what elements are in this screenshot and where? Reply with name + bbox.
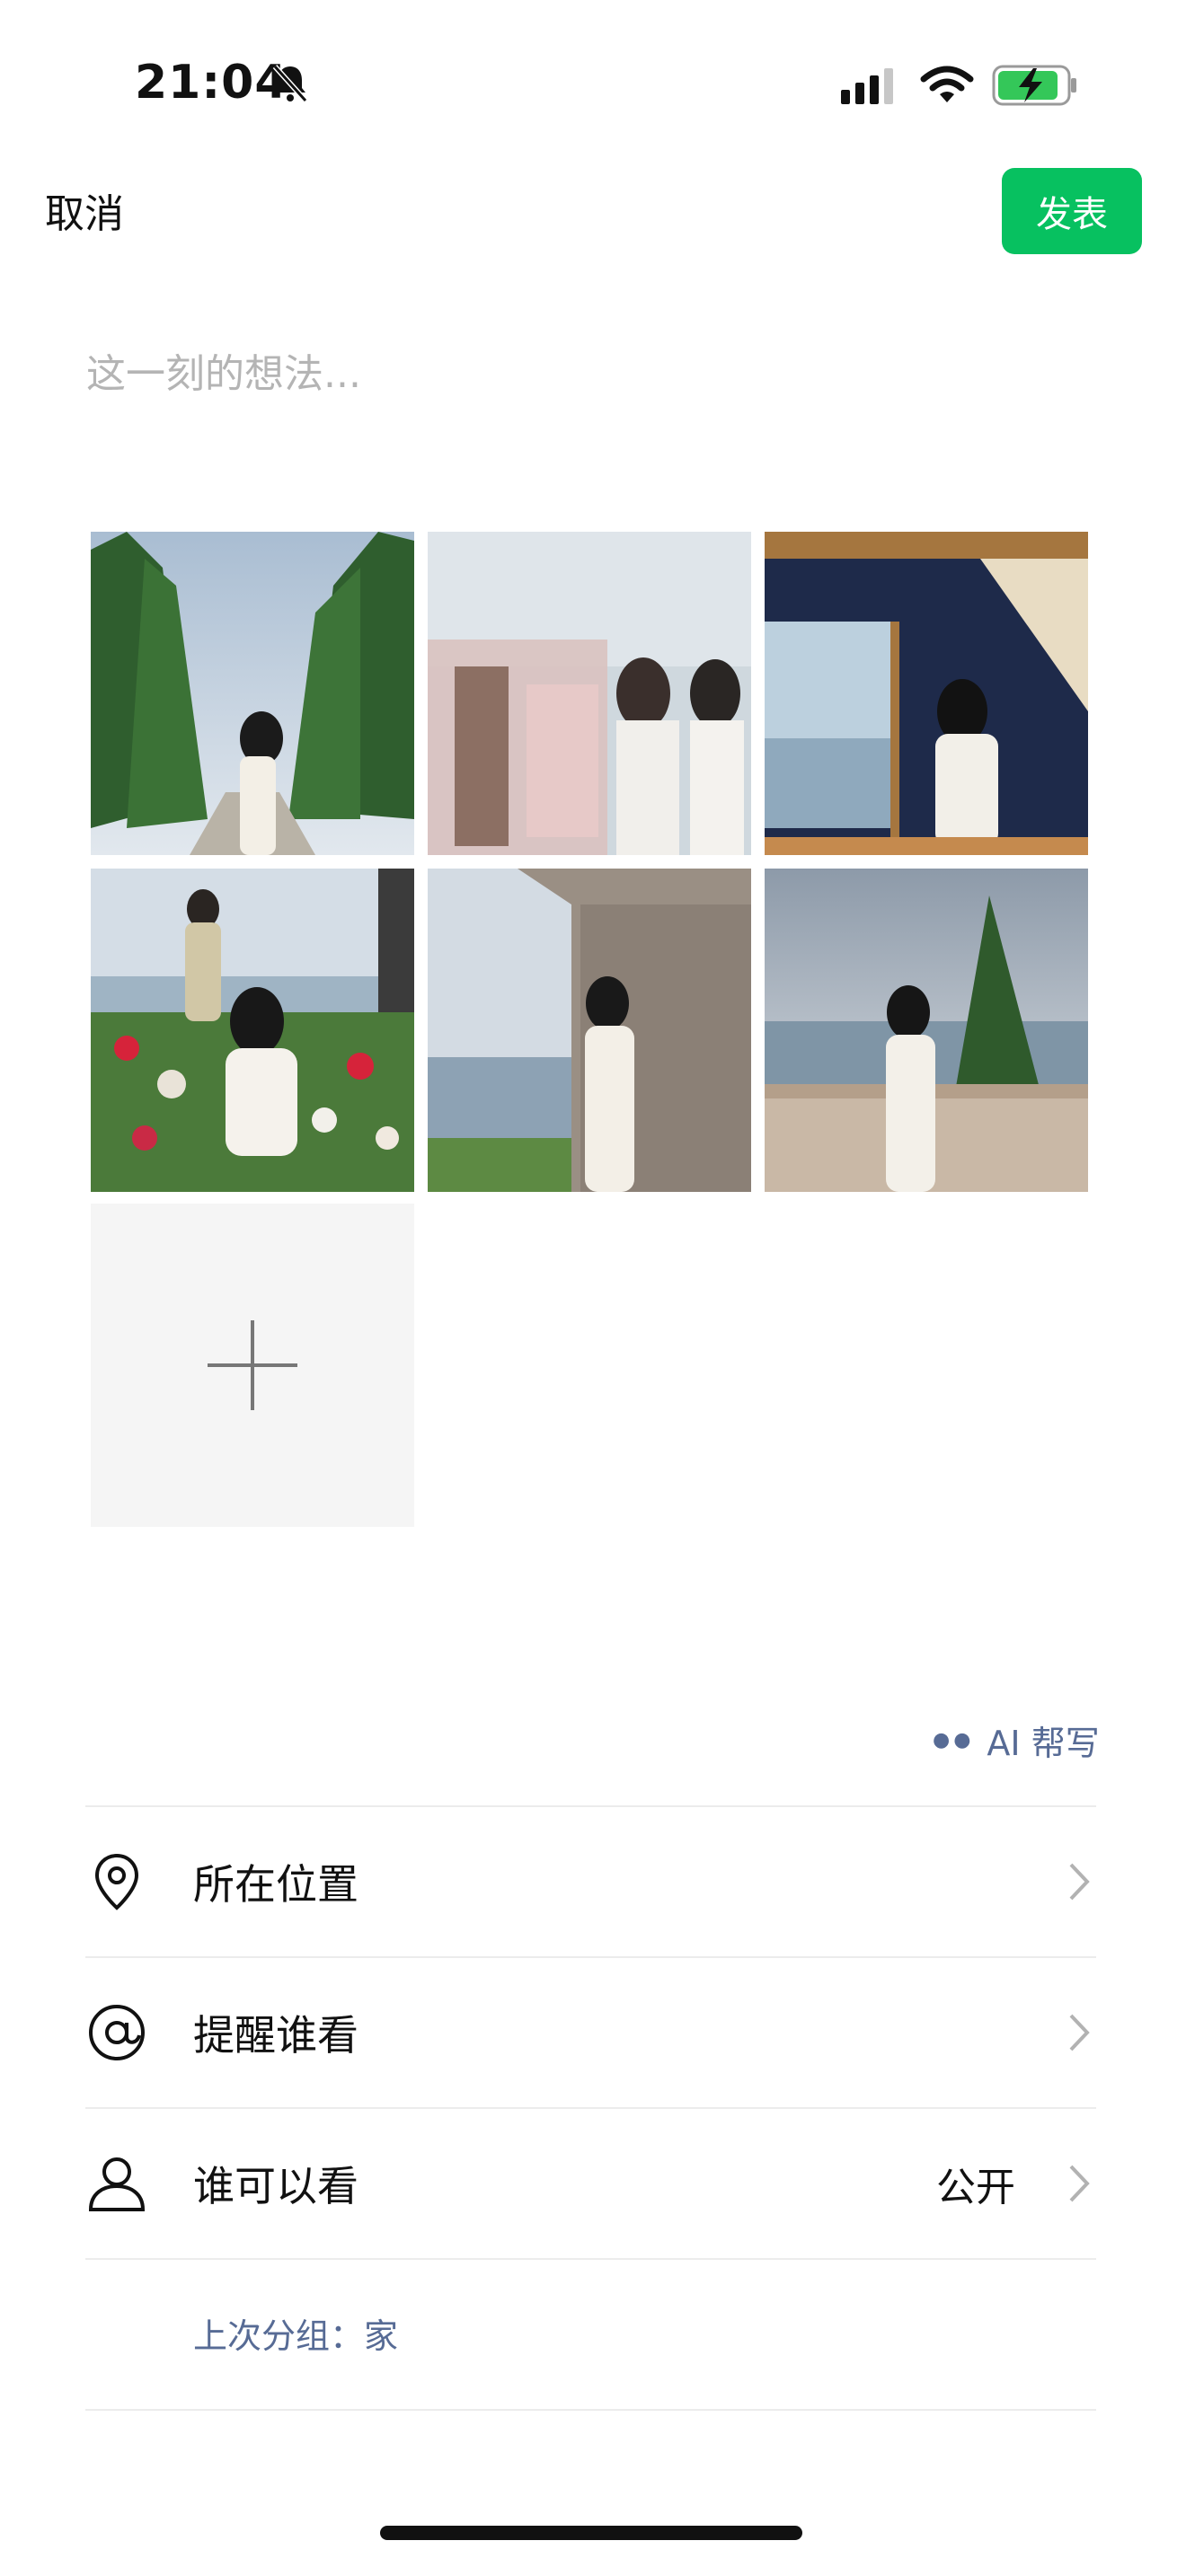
last-group-link[interactable]: 上次分组：家 — [193, 2308, 398, 2358]
ai-dots-icon: ●● — [933, 1729, 975, 1751]
cellular-signal-icon — [841, 68, 893, 104]
wifi-icon — [920, 66, 974, 102]
location-pin-icon — [94, 1853, 139, 1910]
photo-thumbnail-2[interactable] — [428, 532, 751, 855]
row-location-label: 所在位置 — [193, 1860, 358, 1909]
row-mention[interactable]: 提醒谁看 — [85, 1958, 1096, 2107]
ai-help-button[interactable]: ●● AI 帮写 — [933, 1716, 1100, 1765]
row-visibility-value: 公开 — [936, 2165, 1015, 2210]
at-sign-icon — [89, 2005, 145, 2060]
row-visibility[interactable]: 谁可以看 公开 — [85, 2109, 1096, 2258]
photo-thumbnail-6[interactable] — [765, 869, 1088, 1192]
chevron-right-icon — [1069, 2014, 1090, 2051]
photo-thumbnail-5[interactable] — [428, 869, 751, 1192]
person-icon — [88, 2157, 146, 2211]
cancel-button[interactable]: 取消 — [45, 181, 124, 239]
chevron-right-icon — [1069, 1863, 1090, 1901]
photo-thumbnail-4[interactable] — [91, 869, 414, 1192]
divider — [85, 2409, 1096, 2411]
row-location[interactable]: 所在位置 — [85, 1807, 1096, 1956]
post-button[interactable]: 发表 — [1002, 168, 1142, 254]
photo-thumbnail-1[interactable] — [91, 532, 414, 855]
thought-input[interactable]: 这一刻的想法... — [86, 341, 361, 399]
battery-charging-icon — [992, 65, 1076, 106]
chevron-right-icon — [1069, 2165, 1090, 2202]
ai-help-label: AI 帮写 — [987, 1724, 1100, 1763]
photo-thumbnail-3[interactable] — [765, 532, 1088, 855]
status-time: 21:04 — [135, 56, 288, 110]
bell-muted-icon — [272, 64, 308, 103]
add-photo-button[interactable] — [91, 1204, 414, 1527]
row-mention-label: 提醒谁看 — [193, 2011, 358, 2060]
home-indicator[interactable] — [380, 2526, 802, 2540]
row-visibility-label: 谁可以看 — [193, 2162, 358, 2210]
divider — [85, 2258, 1096, 2260]
plus-icon — [208, 1320, 297, 1410]
